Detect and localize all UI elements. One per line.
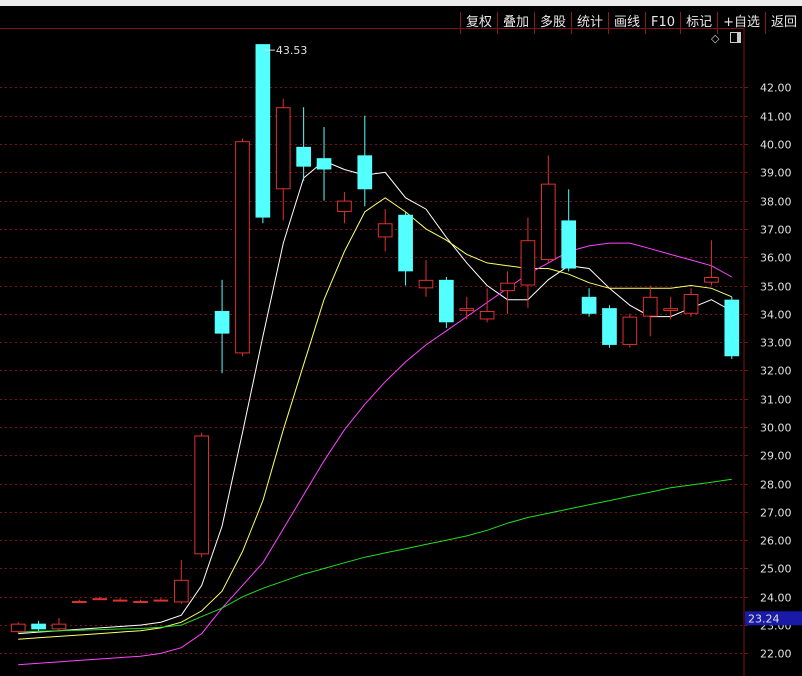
candle-body-up (275, 107, 291, 190)
candle-body-up (500, 282, 515, 292)
tick-label: 28.00 (760, 479, 792, 492)
candle-body-down (255, 44, 271, 218)
tick-label: 30.00 (760, 422, 792, 435)
price-axis: 22.0023.0024.0025.0026.0027.0028.0029.00… (744, 82, 792, 661)
candle-body-down (561, 220, 577, 269)
candle-body-up (418, 279, 434, 289)
candle-body-up (663, 308, 678, 311)
candle-body-up (153, 599, 169, 602)
tick-label: 34.00 (760, 309, 792, 322)
candle-body-down (357, 155, 373, 190)
candle-body-up (683, 293, 699, 314)
grid (0, 28, 745, 676)
candlestick-chart[interactable]: 22.0023.0024.0025.0026.0027.0028.0029.00… (0, 0, 802, 676)
tick-label: 31.00 (760, 394, 792, 407)
candle-body-up (540, 183, 556, 261)
tick-label: 22.00 (760, 648, 792, 661)
candles (10, 44, 740, 634)
tick-label: 32.00 (760, 365, 792, 378)
ma5-line (18, 160, 733, 635)
tick-label: 33.00 (760, 337, 792, 350)
tick-label: 41.00 (760, 111, 792, 124)
tick-label: 35.00 (760, 281, 792, 294)
current-price-label: 23.24 (748, 612, 780, 625)
candle-body-up (235, 141, 250, 354)
candle-body-up (51, 623, 67, 630)
candle-body-down (214, 310, 230, 334)
candle-body-up (704, 277, 719, 283)
candle-body-up (520, 240, 536, 286)
candle-body-down (31, 623, 46, 630)
candle-body-down (581, 296, 597, 314)
candle-body-up (479, 310, 495, 320)
candle-body-down (398, 214, 413, 272)
candle-body-up (72, 601, 87, 604)
candle-body-down (439, 279, 454, 323)
tick-label: 40.00 (760, 139, 792, 152)
annotations: 43.53 23.24 (264, 44, 802, 626)
candle-body-up (133, 601, 148, 604)
candle-body-up (10, 623, 26, 633)
candle-body-down (602, 308, 617, 345)
tick-label: 38.00 (760, 196, 792, 209)
tick-label: 42.00 (760, 82, 792, 95)
tick-label: 24.00 (760, 592, 792, 605)
candle-body-up (459, 308, 475, 311)
candle-body-down (316, 158, 332, 170)
candle-body-up (377, 223, 393, 238)
candle-body-up (642, 296, 658, 317)
candle-body-up (173, 579, 189, 603)
ma60-line (18, 478, 732, 633)
tick-label: 29.00 (760, 450, 792, 463)
tick-label: 36.00 (760, 252, 792, 265)
candle-body-up (112, 599, 128, 602)
ma10-line (18, 197, 732, 640)
tick-label: 37.00 (760, 224, 792, 237)
candle-body-up (194, 435, 210, 555)
candle-body-down (296, 146, 311, 167)
candle-body-up (337, 200, 352, 212)
tick-label: 25.00 (760, 563, 792, 576)
candle-body-up (92, 598, 108, 601)
tick-label: 27.00 (760, 507, 792, 520)
tick-label: 39.00 (760, 167, 792, 180)
tick-label: 26.00 (760, 535, 792, 548)
max-price-label: 43.53 (276, 44, 308, 57)
moving-average-lines (18, 160, 733, 666)
candle-body-down (724, 299, 740, 357)
candle-body-up (622, 316, 638, 345)
